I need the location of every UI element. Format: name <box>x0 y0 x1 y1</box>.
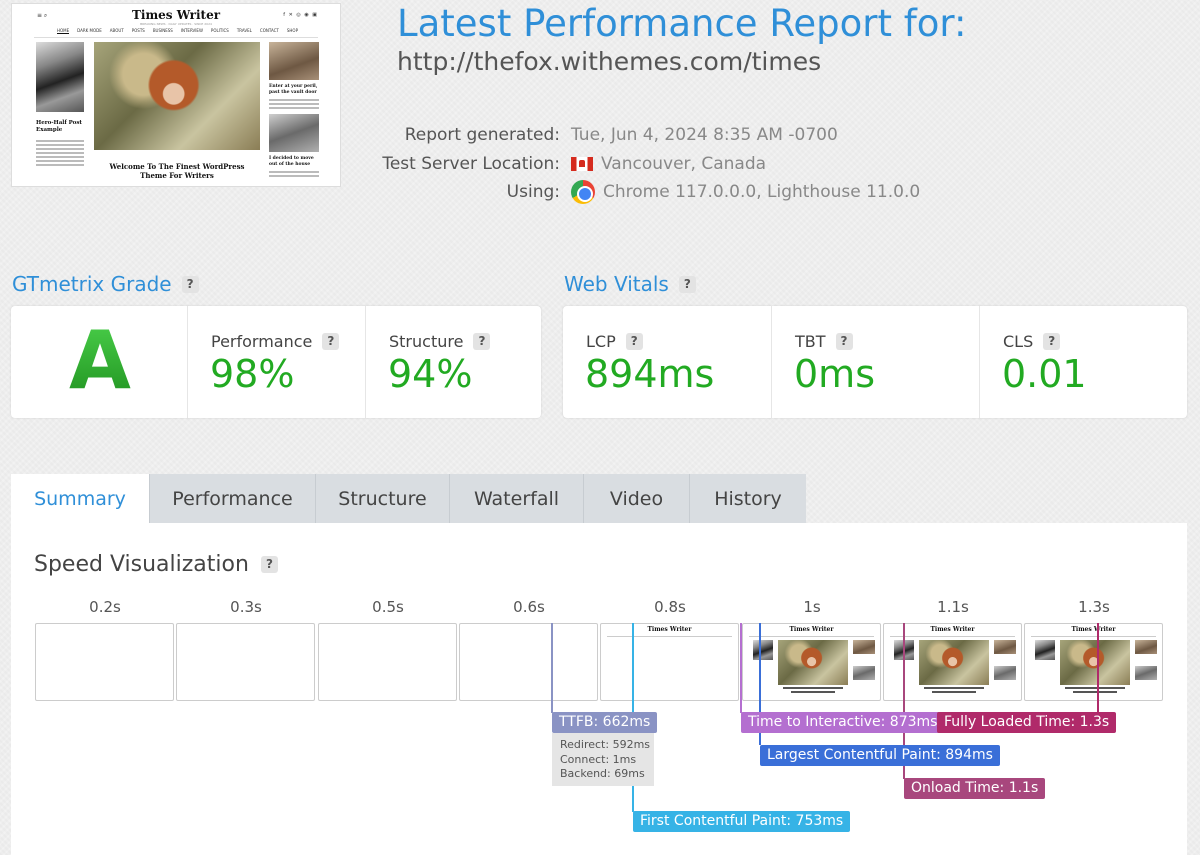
grade-help-icon[interactable]: ? <box>181 275 199 293</box>
canada-flag-icon <box>571 157 593 171</box>
lcp-value: 894ms <box>585 352 715 396</box>
thumb-nav: HOME DARK MODE ABOUT POSTS BUSINESS INTERVIEW… <box>57 28 298 34</box>
thumb-hero-image <box>94 42 260 150</box>
thumb-left-image <box>36 42 84 112</box>
grade-letter: A <box>69 314 131 407</box>
tab-structure[interactable]: Structure <box>316 474 450 524</box>
ttfb-marker-line <box>551 623 553 713</box>
lcp-tag: Largest Contentful Paint: 894ms <box>760 745 1000 766</box>
structure-cell: Structure? 94% <box>365 306 541 418</box>
structure-value: 94% <box>388 352 473 396</box>
tab-summary[interactable]: Summary <box>11 474 150 524</box>
structure-label: Structure? <box>389 332 491 351</box>
speed-visualization-title: Speed Visualization ? <box>34 552 278 577</box>
thumb-tagline: BREAKING NEWS · DAILY UPDATES · SINCE 20… <box>140 22 212 26</box>
server-location-label: Test Server Location: <box>382 154 560 174</box>
time-label: 0.5s <box>372 598 404 616</box>
onload-tag: Onload Time: 1.1s <box>904 778 1046 799</box>
frame-site-title: Times Writer <box>789 626 834 633</box>
tab-video[interactable]: Video <box>584 474 690 524</box>
filmstrip-frame[interactable]: Times Writer <box>742 623 881 701</box>
lcp-cell: LCP? 894ms <box>563 306 771 418</box>
performance-label: Performance? <box>211 332 340 351</box>
filmstrip-frame[interactable]: Times Writer <box>600 623 739 701</box>
report-generated-label: Report generated: <box>404 125 560 145</box>
lcp-label: LCP? <box>586 332 643 351</box>
ttfb-tag: TTFB: 662ms <box>552 712 658 733</box>
web-vitals-help-icon[interactable]: ? <box>678 275 696 293</box>
thumb-left-column: Hero-Half Post Example <box>36 42 84 166</box>
fcp-tag: First Contentful Paint: 753ms <box>633 811 851 832</box>
tti-marker-line <box>740 623 742 713</box>
thumb-left-post-title: Hero-Half Post Example <box>36 120 82 133</box>
tti-tag: Time to Interactive: 873ms <box>741 712 945 733</box>
thumb-center-column: Welcome To The Finest WordPress Theme Fo… <box>94 42 260 180</box>
speed-help-icon[interactable]: ? <box>260 556 278 573</box>
ttfb-breakdown: Redirect: 592ms Connect: 1ms Backend: 69… <box>552 733 654 786</box>
backend-time: Backend: 69ms <box>560 767 645 780</box>
tbt-label: TBT? <box>795 332 853 351</box>
social-icons: f ✕ ◎ ◉ ▣ <box>283 12 318 18</box>
redirect-time: Redirect: 592ms <box>560 738 651 751</box>
filmstrip-frame[interactable] <box>459 623 598 701</box>
time-label: 1.3s <box>1078 598 1110 616</box>
thumb-hero-headline: Welcome To The Finest WordPress Theme Fo… <box>109 162 245 180</box>
fully-loaded-tag: Fully Loaded Time: 1.3s <box>937 712 1117 733</box>
cls-cell: CLS? 0.01 <box>979 306 1187 418</box>
tbt-cell: TBT? 0ms <box>771 306 979 418</box>
tab-performance[interactable]: Performance <box>150 474 316 524</box>
frame-site-title: Times Writer <box>647 626 692 633</box>
cls-label: CLS? <box>1003 332 1061 351</box>
time-label: 1.1s <box>937 598 969 616</box>
time-label: 0.3s <box>230 598 262 616</box>
fully-loaded-marker-line <box>1097 623 1099 713</box>
filmstrip-frame[interactable] <box>35 623 174 701</box>
filmstrip-frame[interactable] <box>176 623 315 701</box>
cls-value: 0.01 <box>1002 352 1087 396</box>
filmstrip-frame[interactable]: Times Writer <box>1024 623 1163 701</box>
using-label: Using: <box>506 182 560 202</box>
chrome-icon <box>571 180 595 204</box>
report-heading: Latest Performance Report for: <box>397 2 967 45</box>
performance-value: 98% <box>210 352 295 396</box>
filmstrip-frame[interactable] <box>318 623 457 701</box>
thumb-right-post-1: Enter at your peril, past the vault door <box>269 84 318 95</box>
web-vitals-card: LCP? 894ms TBT? 0ms CLS? 0.01 <box>563 306 1187 418</box>
using-value: Chrome 117.0.0.0, Lighthouse 11.0.0 <box>571 180 920 204</box>
web-vitals-title: Web Vitals ? <box>564 272 696 296</box>
time-label: 0.8s <box>654 598 686 616</box>
cls-help-icon[interactable]: ? <box>1043 333 1061 350</box>
time-label: 1s <box>803 598 821 616</box>
lcp-help-icon[interactable]: ? <box>625 333 643 350</box>
grade-card: A Performance? 98% Structure? 94% <box>11 306 541 418</box>
tbt-value: 0ms <box>794 352 875 396</box>
report-generated-value: Tue, Jun 4, 2024 8:35 AM -0700 <box>571 125 838 145</box>
report-tabs: Summary Performance Structure Waterfall … <box>11 474 806 524</box>
thumb-right-image-1 <box>269 42 319 80</box>
time-label: 0.2s <box>89 598 121 616</box>
tab-waterfall[interactable]: Waterfall <box>450 474 584 524</box>
page-screenshot-thumbnail: ≡ ⌕ Times Writer BREAKING NEWS · DAILY U… <box>11 3 341 187</box>
structure-help-icon[interactable]: ? <box>473 333 491 350</box>
server-location-value: Vancouver, Canada <box>571 154 766 174</box>
connect-time: Connect: 1ms <box>560 752 637 766</box>
grade-cell: A <box>11 306 187 418</box>
tab-history[interactable]: History <box>690 474 806 524</box>
tbt-help-icon[interactable]: ? <box>835 333 853 350</box>
gtmetrix-grade-title: GTmetrix Grade ? <box>12 272 199 296</box>
report-url[interactable]: http://thefox.withemes.com/times <box>397 47 821 76</box>
time-label: 0.6s <box>513 598 545 616</box>
frame-site-title: Times Writer <box>1071 626 1116 633</box>
performance-cell: Performance? 98% <box>187 306 365 418</box>
performance-help-icon[interactable]: ? <box>322 333 340 350</box>
